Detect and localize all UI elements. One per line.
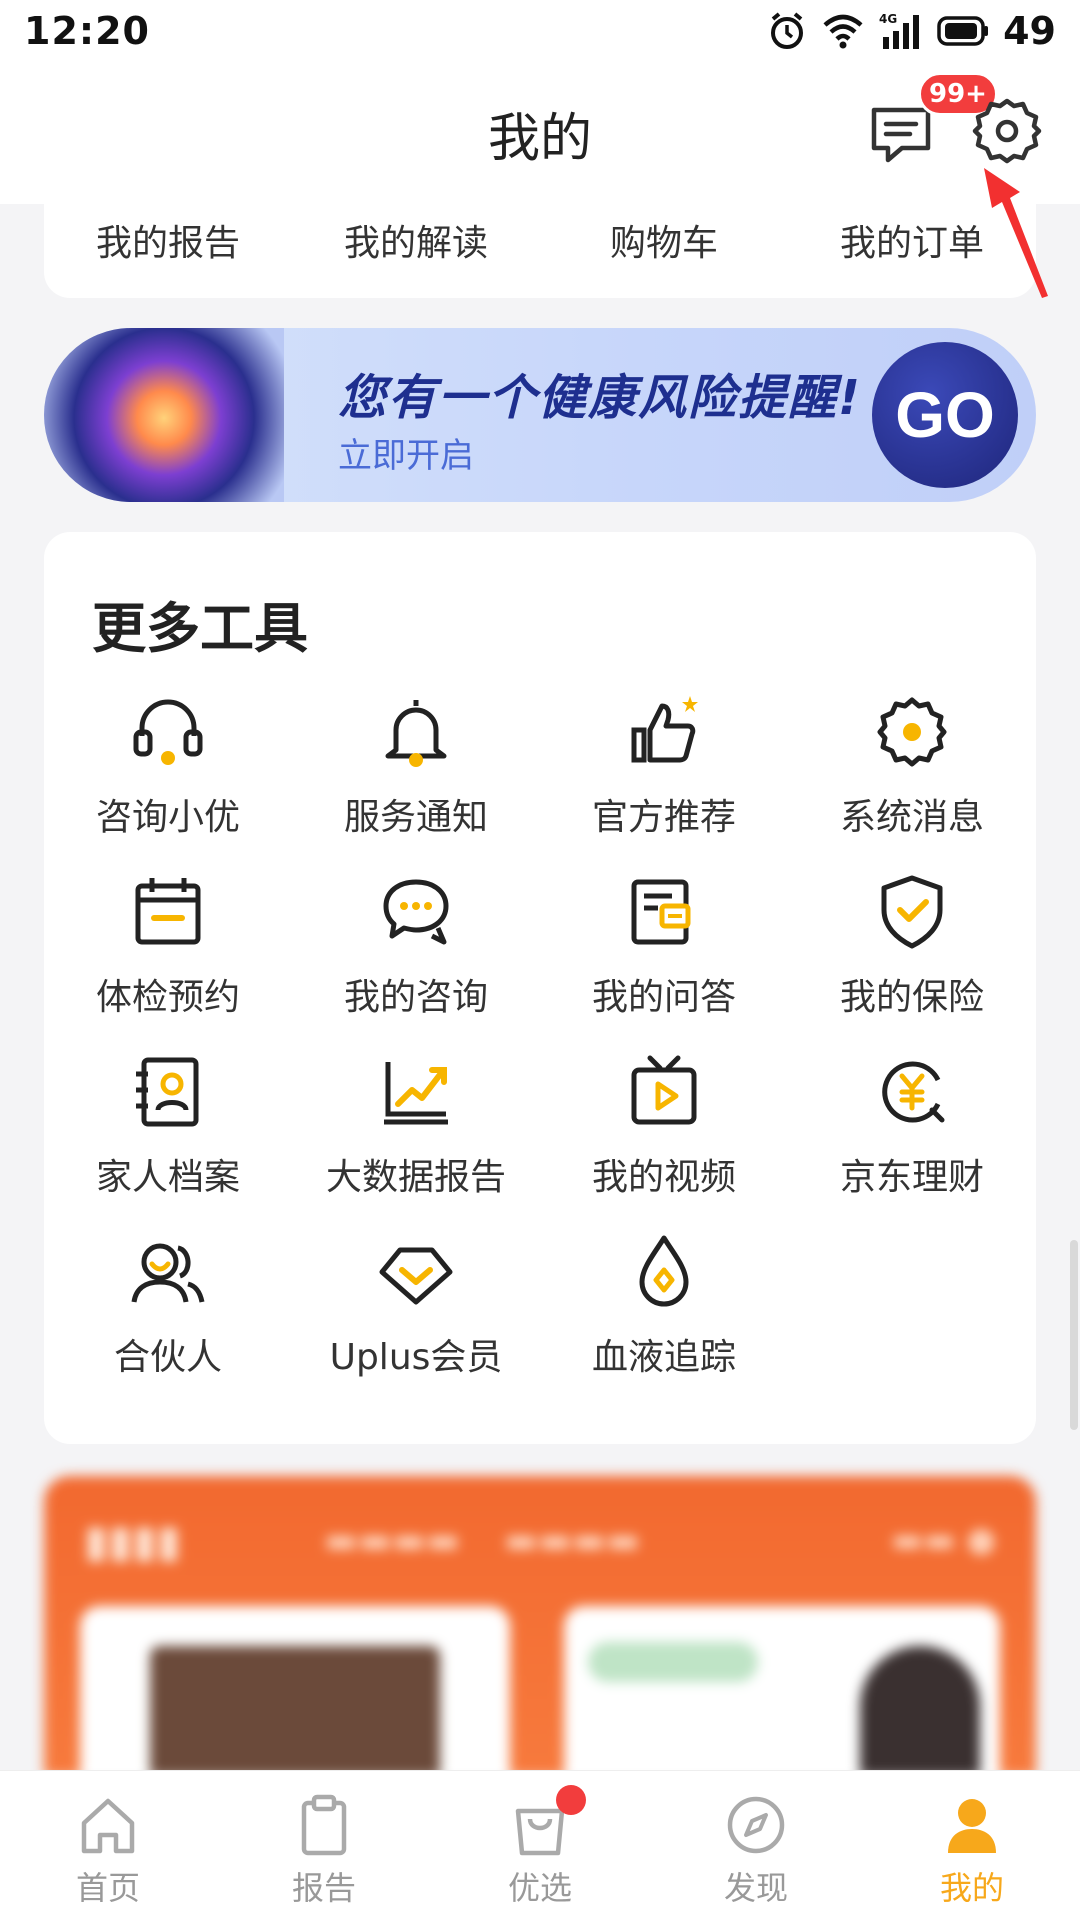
profile-icon bbox=[948, 1799, 996, 1853]
tool-label: 我的视频 bbox=[591, 1157, 736, 1198]
nav-mine[interactable]: 我的 bbox=[864, 1771, 1080, 1920]
tool-family-files[interactable]: 家人档案 bbox=[44, 1052, 292, 1222]
annotation-arrow-icon bbox=[984, 168, 1048, 298]
tool-official-recommend[interactable]: 官方推荐 bbox=[540, 692, 788, 862]
tool-uplus-member[interactable]: Uplus会员 bbox=[292, 1232, 540, 1402]
tool-label: 家人档案 bbox=[95, 1157, 240, 1198]
tool-label: 体检预约 bbox=[95, 977, 240, 1018]
promo-card bbox=[80, 1606, 510, 1776]
diamond-icon bbox=[379, 1247, 453, 1305]
nav-selected-goods[interactable]: 优选 bbox=[432, 1771, 648, 1920]
tools-section-title: 更多工具 bbox=[92, 597, 308, 660]
page-header: 我的 99+ bbox=[0, 62, 1080, 204]
qa-doc-icon bbox=[631, 879, 691, 945]
promo-card bbox=[564, 1606, 1000, 1776]
banner-go-button[interactable]: GO bbox=[872, 342, 1018, 488]
shield-check-icon bbox=[881, 875, 943, 949]
tool-my-consult[interactable]: 我的咨询 bbox=[292, 872, 540, 1042]
tv-play-icon bbox=[631, 1055, 697, 1125]
nav-red-dot bbox=[556, 1785, 586, 1815]
nav-report[interactable]: 报告 bbox=[216, 1771, 432, 1920]
bottom-navigation: 首页 报告 优选 发现 我的 bbox=[0, 1770, 1080, 1920]
tool-label: 京东理财 bbox=[839, 1157, 984, 1198]
tool-blood-tracking[interactable]: 血液追踪 bbox=[540, 1232, 788, 1402]
promo-image bbox=[150, 1646, 440, 1776]
tool-label: 大数据报告 bbox=[325, 1157, 506, 1198]
compass-icon bbox=[727, 1796, 785, 1854]
tool-big-data-report[interactable]: 大数据报告 bbox=[292, 1052, 540, 1222]
nav-home[interactable]: 首页 bbox=[0, 1771, 216, 1920]
family-file-icon bbox=[136, 1057, 199, 1127]
quick-links-card: 我的报告 我的解读 购物车 我的订单 bbox=[44, 204, 1036, 298]
nav-label: 我的 bbox=[939, 1869, 1004, 1907]
svg-text:4G: 4G bbox=[879, 12, 897, 26]
tool-consult-xiaoyou[interactable]: 咨询小优 bbox=[44, 692, 292, 862]
headset-icon bbox=[133, 699, 203, 765]
banner-title: 您有一个健康风险提醒! bbox=[338, 370, 862, 426]
calendar-icon bbox=[135, 878, 201, 945]
nav-label: 首页 bbox=[75, 1869, 140, 1907]
tool-my-qa[interactable]: 我的问答 bbox=[540, 872, 788, 1042]
tool-label: 合伙人 bbox=[113, 1337, 222, 1378]
tool-label: 我的咨询 bbox=[343, 977, 488, 1018]
tool-system-message[interactable]: 系统消息 bbox=[788, 692, 1036, 862]
tool-service-notice[interactable]: 服务通知 bbox=[292, 692, 540, 862]
settings-gear-icon bbox=[972, 98, 1042, 164]
status-icons: 4G 49 bbox=[767, 9, 1056, 53]
health-risk-banner[interactable]: 您有一个健康风险提醒! 立即开启 GO bbox=[44, 328, 1036, 502]
knee-joint-image bbox=[44, 328, 284, 502]
bell-icon bbox=[385, 700, 447, 767]
clipboard-icon bbox=[301, 1794, 347, 1856]
alarm-icon bbox=[771, 12, 804, 49]
promo-image bbox=[860, 1646, 980, 1776]
wifi-icon bbox=[823, 14, 863, 49]
status-time: 12:20 bbox=[24, 9, 150, 53]
promo-title-blurred: ▮▮▮▮ bbox=[84, 1516, 181, 1567]
home-icon bbox=[81, 1798, 135, 1854]
yuan-coin-icon bbox=[882, 1061, 945, 1123]
nav-label: 发现 bbox=[723, 1869, 788, 1907]
tool-label: 官方推荐 bbox=[591, 797, 736, 838]
chart-monitor-icon bbox=[384, 1062, 448, 1125]
gear-icon bbox=[877, 697, 947, 767]
signal-4g-icon: 4G bbox=[879, 12, 920, 49]
banner-subtitle: 立即开启 bbox=[338, 436, 474, 476]
tool-checkup-booking[interactable]: 体检预约 bbox=[44, 872, 292, 1042]
tool-my-videos[interactable]: 我的视频 bbox=[540, 1052, 788, 1222]
quick-link-my-report[interactable]: 我的报告 bbox=[68, 214, 268, 266]
quick-link-cart[interactable]: 购物车 bbox=[564, 214, 764, 266]
battery-level: 49 bbox=[1003, 9, 1056, 53]
tool-label: 咨询小优 bbox=[95, 797, 240, 838]
nav-label: 优选 bbox=[507, 1869, 572, 1907]
tool-label: Uplus会员 bbox=[329, 1337, 503, 1378]
partners-icon bbox=[131, 1243, 205, 1303]
tool-label: 我的问答 bbox=[591, 977, 736, 1018]
tool-jd-finance[interactable]: 京东理财 bbox=[788, 1052, 1036, 1222]
scrollbar[interactable] bbox=[1070, 1240, 1078, 1430]
tool-label: 血液追踪 bbox=[591, 1337, 736, 1378]
chat-icon bbox=[383, 879, 449, 945]
promo-tab-blurred: ▬▬▬▬ bbox=[504, 1520, 641, 1561]
promo-tag bbox=[588, 1642, 758, 1682]
settings-button[interactable] bbox=[972, 96, 1042, 166]
promo-section-blurred: ▮▮▮▮ ▬▬▬▬ ▬▬▬▬ ▬▬ ● bbox=[44, 1476, 1036, 1776]
tool-my-insurance[interactable]: 我的保险 bbox=[788, 872, 1036, 1042]
tool-label: 我的保险 bbox=[839, 977, 984, 1018]
promo-tab-blurred: ▬▬▬▬ bbox=[324, 1520, 461, 1561]
tool-label: 系统消息 bbox=[839, 797, 984, 838]
quick-link-my-interpretation[interactable]: 我的解读 bbox=[316, 214, 516, 266]
tool-label: 服务通知 bbox=[343, 797, 488, 838]
more-tools-card: 更多工具 咨询小优 服务通知 官方推荐 系统消息 体检预约 我的咨询 我的问答 … bbox=[44, 532, 1036, 1444]
blood-drop-icon bbox=[639, 1235, 689, 1307]
nav-discover[interactable]: 发现 bbox=[648, 1771, 864, 1920]
thumbs-up-icon bbox=[631, 696, 698, 763]
status-bar: 12:20 4G 49 bbox=[0, 0, 1080, 62]
battery-icon bbox=[937, 16, 989, 46]
promo-more-blurred: ▬▬ ● bbox=[891, 1520, 996, 1560]
nav-label: 报告 bbox=[291, 1869, 356, 1907]
tool-partner[interactable]: 合伙人 bbox=[44, 1232, 292, 1402]
